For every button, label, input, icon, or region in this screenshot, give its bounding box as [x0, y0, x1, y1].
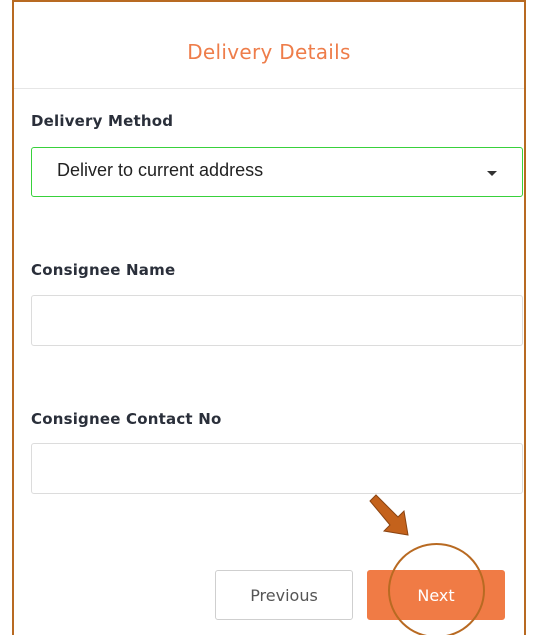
consignee-name-input[interactable]: [31, 295, 523, 346]
form-title: Delivery Details: [187, 40, 351, 64]
consignee-contact-label: Consignee Contact No: [31, 410, 222, 428]
title-divider: [14, 88, 524, 89]
delivery-method-selected-value: Deliver to current address: [57, 160, 264, 180]
consignee-contact-input[interactable]: [31, 443, 523, 494]
delivery-method-label: Delivery Method: [31, 112, 174, 130]
delivery-method-select[interactable]: Deliver to current address: [31, 147, 523, 197]
consignee-name-label: Consignee Name: [31, 261, 176, 279]
previous-button[interactable]: Previous: [215, 570, 353, 620]
page: Delivery Details Delivery Method Deliver…: [0, 0, 535, 635]
next-button[interactable]: Next: [367, 570, 505, 620]
chevron-down-icon: [487, 171, 497, 176]
